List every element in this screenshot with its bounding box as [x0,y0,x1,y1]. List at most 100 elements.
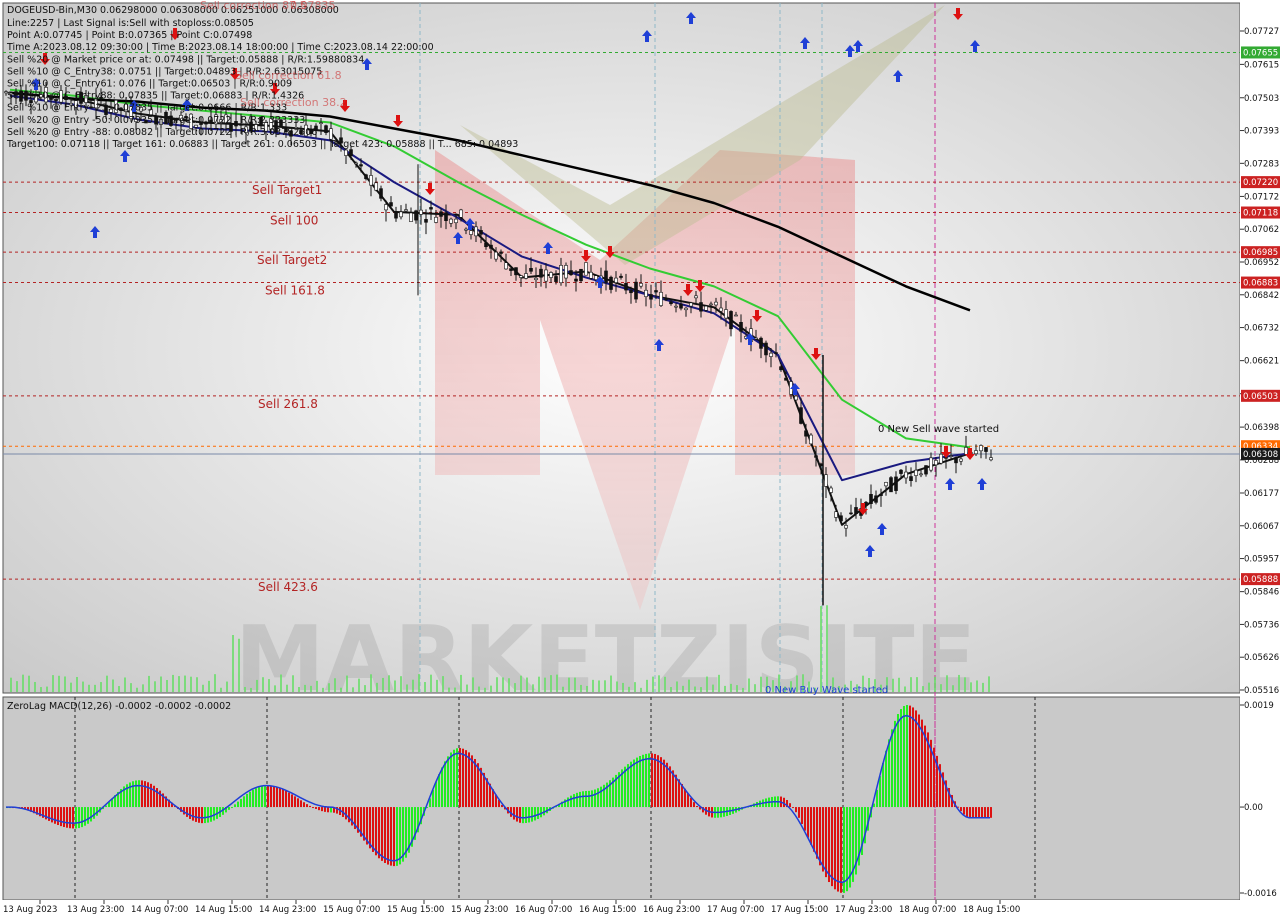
candle-body [364,174,368,180]
volume-bar [100,682,102,692]
macd-bar [300,800,302,808]
candle-body [729,311,733,330]
macd-bar [435,781,437,808]
macd-bar [282,789,284,808]
macd-bar [828,807,830,883]
volume-bar [424,682,426,692]
candle-body [509,268,513,271]
candle-body [579,268,583,282]
volume-bar [256,679,258,692]
volume-bar [184,675,186,692]
volume-bar [226,681,228,692]
macd-bar [369,807,371,849]
volume-bar [16,681,18,692]
info-line: Point A:0.07745 | Point B:0.07365 | Poin… [7,30,252,41]
volume-bar [94,684,96,692]
volume-bar [82,681,84,692]
macd-bar [93,807,95,819]
volume-bar [562,686,564,692]
volume-bar [760,676,762,692]
macd-bar [84,807,86,826]
macd-bar [891,729,893,808]
macd-bar [192,807,194,821]
macd-bar [825,807,827,878]
price-tag-label: 0.07118 [1243,209,1278,219]
macd-bar [390,807,392,866]
volume-bar [478,686,480,692]
macd-bar [189,807,191,819]
candle-body [829,487,833,493]
volume-bar [346,675,348,692]
candle-body [389,202,393,207]
volume-bar [232,635,234,692]
macd-bar [909,705,911,808]
macd-bar [888,739,890,808]
candle-body [784,377,788,381]
volume-bar [712,684,714,692]
volume-bar [406,684,408,692]
candle-body [714,301,718,306]
time-axis[interactable]: 13 Aug 2023 13 Aug 23:00 14 Aug 07:00 14 Au… [0,900,1280,920]
macd-bar [663,759,665,808]
candle-body [979,445,983,452]
new-sell-wave-label: 0 New Sell wave started [878,424,999,435]
price-tick-label: 0.07172 [1244,192,1279,202]
candle-body [644,289,648,297]
volume-bar [586,685,588,692]
macd-bar [885,750,887,808]
volume-bar [334,678,336,692]
time-tick-label: 14 Aug 23:00 [259,905,316,915]
volume-bar [34,681,36,692]
macd-bar [378,807,380,859]
volume-bar [388,675,390,692]
macd-bar [297,798,299,808]
volume-bar [262,677,264,692]
volume-bar [310,685,312,692]
macd-bar [816,807,818,859]
volume-bar [964,677,966,692]
price-tag-label: 0.06308 [1243,450,1278,460]
macd-bar [384,807,386,863]
level-label: Sell Target1 [252,183,322,197]
macd-bar [447,756,449,808]
volume-bar [718,674,720,692]
macd-bar [132,781,134,808]
macd-bar [696,806,698,808]
macd-bar [399,807,401,865]
candle-body [349,149,353,157]
macd-bar [642,754,644,808]
overlay-price: 0.07835 [290,0,336,12]
candle-body [934,460,938,466]
macd-bar [252,789,254,808]
macd-bar [813,807,815,852]
candle-body [959,458,963,462]
price-tick-label: 0.07283 [1244,159,1279,169]
macd-bar [138,780,140,808]
info-line: Sell %20 @ Entry -88: 0.08082 || Target:… [7,127,317,138]
candle-body [939,453,943,464]
time-tick-label: 16 Aug 23:00 [643,905,700,915]
macd-bar [288,792,290,808]
volume-bar [490,685,492,692]
macd-bar [465,750,467,808]
volume-bar [166,679,168,692]
time-tick-label: 17 Aug 07:00 [707,905,764,915]
candle-body [929,457,933,471]
chart-window: MARKETZISITE Sell Target1 Sell 100 Sell Ta… [0,0,1280,920]
macd-bar [666,762,668,808]
info-line: Line:2257 | Last Signal is:Sell with sto… [7,18,254,29]
macd-bar [633,759,635,808]
candle-body [984,447,988,452]
price-tick-label: 0.05957 [1244,555,1279,565]
candle-body [434,216,438,223]
macd-bar [879,776,881,808]
price-chart[interactable]: MARKETZISITE Sell Target1 Sell 100 Sell Ta… [0,0,1280,920]
candle-body [439,211,443,217]
time-tick-label: 18 Aug 07:00 [899,905,956,915]
macd-bar [261,786,263,808]
candle-body [429,207,433,210]
macd-bar [975,807,977,818]
new-buy-wave-label: 0 New Buy Wave started [765,685,888,696]
volume-bar [940,684,942,692]
volume-bar [394,680,396,692]
